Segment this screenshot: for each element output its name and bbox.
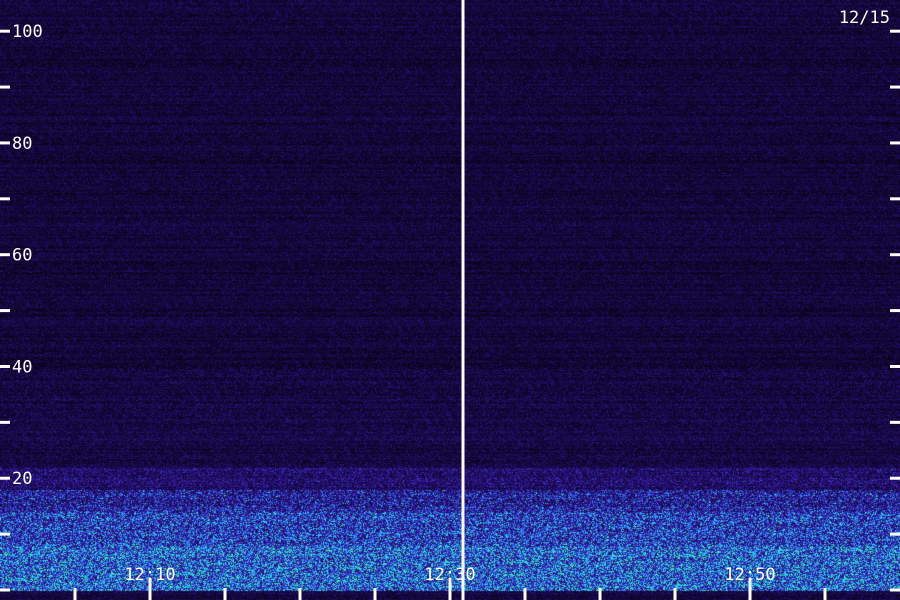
x-tick-label: 12:30 <box>424 565 475 585</box>
chart-overlay: 20 40 60 80 100 12:10 12:30 12:50 12/15 <box>0 0 900 600</box>
x-tick-label: 12:50 <box>724 565 775 585</box>
y-tick-label: 40 <box>12 357 32 377</box>
y-tick-label: 20 <box>12 469 32 489</box>
y-axis-right <box>890 29 900 592</box>
y-tick-label: 80 <box>12 134 32 154</box>
x-axis: 12:10 12:30 12:50 <box>73 565 827 600</box>
y-tick-label: 60 <box>12 246 32 266</box>
x-tick-label: 12:10 <box>124 565 175 585</box>
y-tick-label: 100 <box>12 22 43 42</box>
date-label: 12/15 <box>839 8 890 28</box>
y-axis-left: 20 40 60 80 100 <box>0 22 43 592</box>
